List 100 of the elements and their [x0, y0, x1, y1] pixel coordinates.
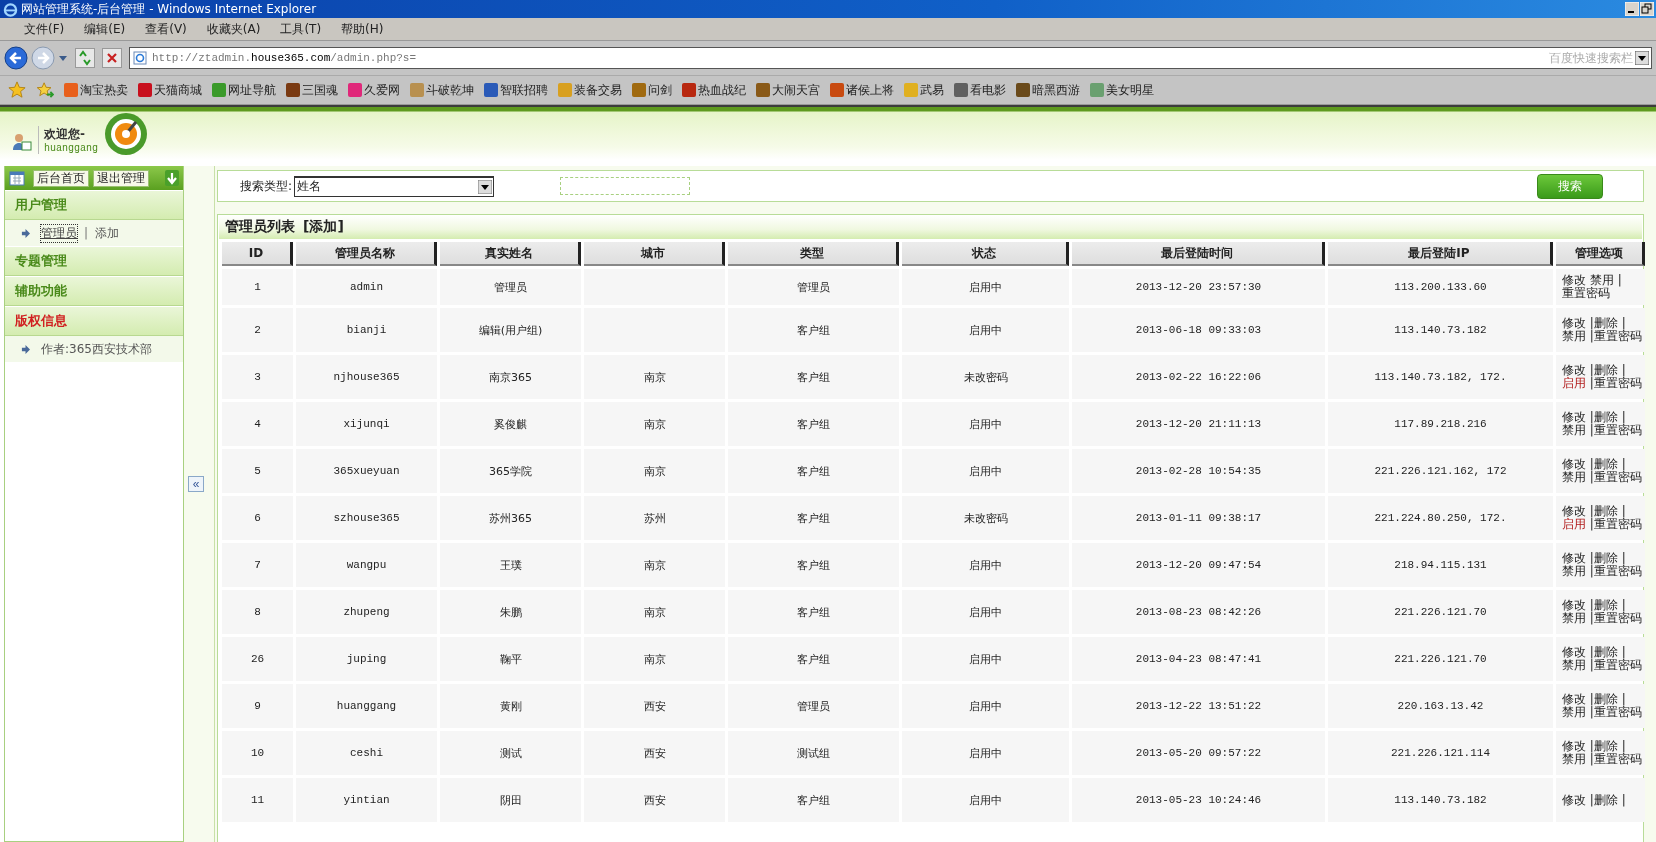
section-header[interactable]: 用户管理	[5, 190, 183, 220]
minimize-icon[interactable]	[1625, 2, 1639, 16]
add-favorite-icon[interactable]	[36, 81, 54, 99]
menu-item[interactable]: 查看(V)	[135, 20, 197, 38]
action-link[interactable]: 删除	[1593, 410, 1618, 424]
action-link[interactable]: 禁用	[1589, 273, 1614, 287]
action-link[interactable]: 启用	[1562, 517, 1586, 531]
action-link[interactable]: 重置密码	[1562, 286, 1610, 300]
menu-item[interactable]: 工具(T)	[270, 20, 332, 38]
action-link[interactable]: 修改	[1562, 504, 1586, 518]
favorite-link[interactable]: 热血战纪	[682, 81, 746, 99]
action-link[interactable]: 禁用	[1562, 611, 1586, 625]
table-cell: njhouse365	[296, 355, 437, 399]
dropdown-arrow-icon[interactable]	[1635, 51, 1649, 65]
action-link[interactable]: 删除	[1593, 598, 1618, 612]
action-link[interactable]: 重置密码	[1593, 611, 1642, 625]
keyword-field[interactable]	[560, 177, 691, 195]
action-link[interactable]: 禁用	[1562, 329, 1586, 343]
favorite-link[interactable]: 智联招聘	[484, 81, 548, 99]
separator-text: |	[1621, 316, 1626, 330]
action-link[interactable]: 删除	[1593, 645, 1618, 659]
table-cell: 客户组	[728, 778, 899, 822]
action-link[interactable]: 修改	[1562, 551, 1586, 565]
action-link[interactable]: 重置密码	[1593, 470, 1642, 484]
action-link[interactable]: 重置密码	[1593, 658, 1642, 672]
favorite-link[interactable]: 斗破乾坤	[410, 81, 474, 99]
table-cell: ceshi	[296, 731, 437, 775]
action-link[interactable]: 启用	[1562, 376, 1586, 390]
action-link[interactable]: 重置密码	[1593, 423, 1642, 437]
star-icon[interactable]	[8, 81, 26, 99]
table-cell: 阴田	[440, 778, 581, 822]
section-header[interactable]: 专题管理	[5, 246, 183, 276]
back-icon[interactable]	[4, 46, 28, 70]
favorite-link[interactable]: 暗黑西游	[1016, 81, 1080, 99]
action-link[interactable]: 修改	[1562, 410, 1586, 424]
address-field[interactable]: http://ztadmin.house365.com/admin.php?s= 百度快速搜索栏	[129, 47, 1652, 69]
action-link[interactable]: 删除	[1593, 692, 1618, 706]
action-link[interactable]: 删除	[1593, 457, 1618, 471]
action-link[interactable]: 修改	[1562, 739, 1586, 753]
favorite-link[interactable]: 网址导航	[212, 81, 276, 99]
action-link[interactable]: 修改	[1562, 457, 1586, 471]
action-link[interactable]: 删除	[1593, 363, 1618, 377]
sidebar-button[interactable]: 后台首页	[33, 169, 89, 187]
column-header: ID	[222, 242, 293, 266]
action-link[interactable]: 重置密码	[1593, 376, 1642, 390]
action-link[interactable]: 修改	[1562, 692, 1586, 706]
favorite-link[interactable]: 武易	[904, 81, 944, 99]
action-link[interactable]: 重置密码	[1593, 564, 1642, 578]
action-link[interactable]: 禁用	[1562, 423, 1586, 437]
action-link[interactable]: 修改	[1562, 598, 1586, 612]
favorite-link[interactable]: 问剑	[632, 81, 672, 99]
menu-item[interactable]: 编辑(E)	[74, 20, 136, 38]
down-arrow-icon[interactable]	[165, 170, 179, 186]
table-cell: 113.140.73.182	[1328, 778, 1553, 822]
action-link[interactable]: 修改	[1562, 316, 1586, 330]
action-link[interactable]: 修改	[1562, 792, 1586, 807]
table-cell: 南京	[584, 590, 725, 634]
action-link[interactable]: 禁用	[1562, 470, 1586, 484]
section-header[interactable]: 辅助功能	[5, 276, 183, 306]
action-link[interactable]: 禁用	[1562, 564, 1586, 578]
refresh-icon[interactable]	[75, 48, 95, 68]
action-link[interactable]: 重置密码	[1593, 752, 1642, 766]
favorite-link[interactable]: 看电影	[954, 81, 1006, 99]
table-cell: 管理员	[440, 269, 581, 305]
action-link[interactable]: 修改	[1562, 273, 1586, 287]
action-link[interactable]: 禁用	[1562, 752, 1586, 766]
action-link[interactable]: 重置密码	[1593, 329, 1642, 343]
action-link[interactable]: 重置密码	[1593, 705, 1642, 719]
action-link[interactable]: 删除	[1593, 551, 1618, 565]
search-type-select[interactable]: 姓名	[294, 175, 495, 197]
page-icon	[133, 51, 147, 65]
restore-icon[interactable]	[1640, 2, 1654, 16]
action-link[interactable]: 禁用	[1562, 705, 1586, 719]
sidebar-link[interactable]: 管理员	[40, 223, 78, 243]
favorite-link[interactable]: 大闹天宫	[756, 81, 820, 99]
action-link[interactable]: 重置密码	[1593, 517, 1642, 531]
action-link[interactable]: 禁用	[1562, 658, 1586, 672]
action-link[interactable]: 删除	[1593, 739, 1618, 753]
favorite-link[interactable]: 装备交易	[558, 81, 622, 99]
favorite-link[interactable]: 美女明星	[1090, 81, 1154, 99]
sidebar-button[interactable]: 退出管理	[93, 169, 149, 187]
section-header[interactable]: 版权信息	[5, 306, 183, 336]
action-link[interactable]: 修改	[1562, 645, 1586, 659]
sidebar-link[interactable]: 添加	[94, 223, 121, 243]
favorite-link[interactable]: 天猫商城	[138, 81, 202, 99]
favorite-link[interactable]: 久爱网	[348, 81, 400, 99]
action-link[interactable]: 删除	[1593, 316, 1618, 330]
separator-text: |	[1589, 692, 1594, 706]
table-cell: 苏州	[584, 496, 725, 540]
stop-icon[interactable]	[102, 48, 122, 68]
favorite-link[interactable]: 三国魂	[286, 81, 338, 99]
menu-item[interactable]: 收藏夹(A)	[196, 20, 271, 38]
action-link[interactable]: 删除	[1593, 504, 1618, 518]
menu-item[interactable]: 文件(F)	[14, 20, 75, 38]
favorite-link[interactable]: 诸侯上将	[830, 81, 894, 99]
favorite-link[interactable]: 淘宝热卖	[64, 81, 128, 99]
menu-item[interactable]: 帮助(H)	[331, 20, 394, 38]
collapse-button[interactable]: «	[188, 476, 204, 492]
add-link[interactable]: [添加]	[303, 218, 344, 236]
action-link[interactable]: 修改	[1562, 363, 1586, 377]
